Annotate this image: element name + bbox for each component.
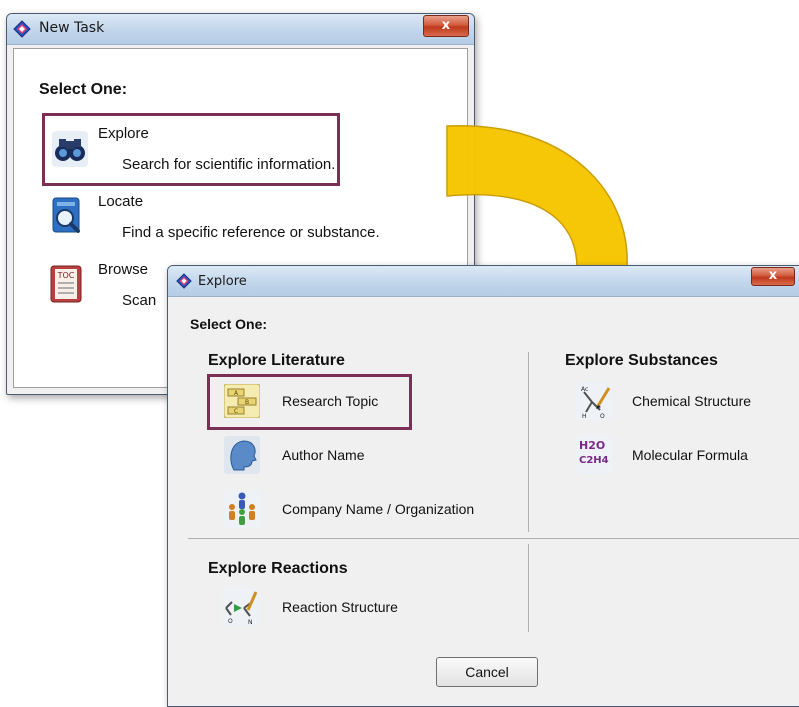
explore-close-button[interactable]: x bbox=[751, 267, 795, 286]
app-diamond-icon bbox=[176, 273, 192, 289]
author-name-label: Author Name bbox=[282, 447, 365, 463]
svg-text:O: O bbox=[228, 618, 233, 625]
divider-vertical-bottom bbox=[528, 544, 529, 632]
explore-window: Explore x Select One: Explore Literature… bbox=[167, 265, 799, 707]
author-name-option[interactable]: Author Name bbox=[210, 432, 510, 480]
explore-highlight-box bbox=[42, 113, 340, 186]
company-name-option[interactable]: Company Name / Organization bbox=[210, 486, 530, 534]
svg-text:O: O bbox=[600, 413, 605, 420]
explore-title: Explore bbox=[198, 274, 247, 289]
svg-text:TOC: TOC bbox=[57, 271, 75, 280]
reactions-section-title: Explore Reactions bbox=[208, 560, 348, 577]
explore-heading: Select One: bbox=[190, 316, 268, 332]
cancel-button[interactable]: Cancel bbox=[436, 657, 538, 687]
divider-horizontal bbox=[188, 538, 799, 539]
explore-titlebar[interactable]: Explore x bbox=[168, 266, 799, 297]
chemical-structure-option[interactable]: Ac H O Chemical Structure bbox=[564, 378, 794, 426]
chemical-structure-label: Chemical Structure bbox=[632, 393, 752, 409]
author-head-icon bbox=[224, 436, 260, 474]
new-task-heading: Select One: bbox=[39, 81, 128, 98]
molecular-formula-option[interactable]: H2O C2H4 Molecular Formula bbox=[564, 432, 794, 480]
explore-client: Select One: Explore Literature A B C Res… bbox=[174, 298, 799, 706]
molecular-formula-label: Molecular Formula bbox=[632, 447, 748, 463]
formula-glyph-top: H2O bbox=[579, 439, 606, 452]
toc-book-icon: TOC bbox=[50, 265, 82, 303]
browse-description: Scan bbox=[122, 292, 157, 309]
formula-glyph-bottom: C2H4 bbox=[579, 455, 609, 466]
new-task-close-button[interactable]: x bbox=[423, 15, 469, 37]
new-task-title: New Task bbox=[39, 20, 105, 36]
magnifier-document-icon bbox=[52, 197, 80, 233]
organization-people-icon bbox=[224, 490, 260, 528]
svg-text:N: N bbox=[248, 619, 253, 626]
locate-label: Locate bbox=[98, 193, 144, 210]
browse-label: Browse bbox=[98, 261, 149, 278]
app-diamond-icon bbox=[13, 20, 31, 38]
new-task-item-locate[interactable]: Locate Find a specific reference or subs… bbox=[40, 187, 420, 243]
reaction-structure-label: Reaction Structure bbox=[282, 599, 398, 615]
new-task-item-browse[interactable]: TOC Browse Scan bbox=[40, 255, 160, 311]
svg-text:H: H bbox=[582, 413, 587, 420]
reaction-structure-icon: O N bbox=[222, 588, 258, 626]
svg-text:Ac: Ac bbox=[581, 386, 588, 393]
new-task-titlebar[interactable]: New Task x bbox=[7, 14, 474, 45]
molecular-formula-icon: H2O C2H4 bbox=[576, 436, 612, 474]
chemical-structure-icon: Ac H O bbox=[576, 382, 612, 420]
literature-section-title: Explore Literature bbox=[208, 352, 345, 369]
company-name-label: Company Name / Organization bbox=[282, 501, 475, 517]
substances-section-title: Explore Substances bbox=[565, 352, 718, 369]
locate-description: Find a specific reference or substance. bbox=[122, 224, 380, 241]
reaction-structure-option[interactable]: O N Reaction Structure bbox=[210, 584, 510, 632]
research-topic-highlight-box bbox=[207, 374, 412, 430]
